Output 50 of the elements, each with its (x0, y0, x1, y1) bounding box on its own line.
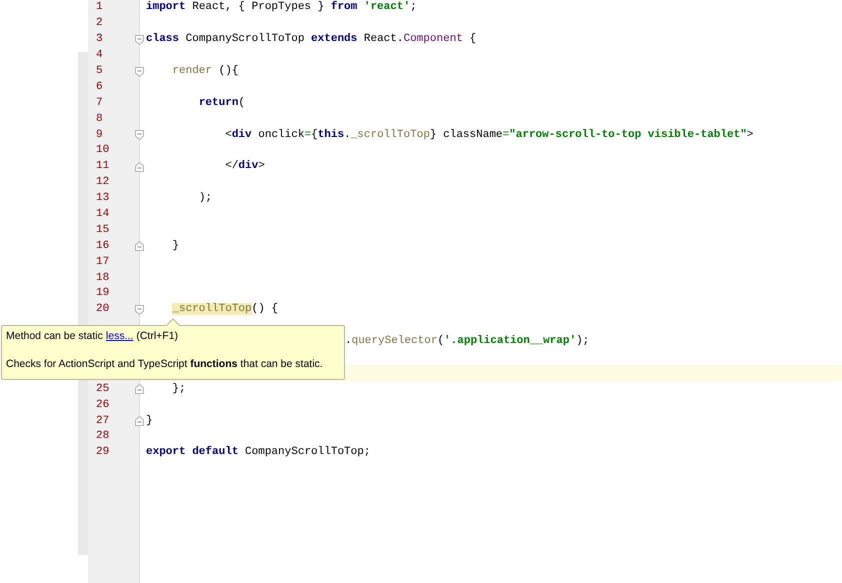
less-link[interactable]: less... (106, 330, 134, 343)
unfold-icon[interactable] (135, 241, 144, 252)
code-line: _scrollToTop() { (171, 304, 278, 316)
code-line: <div onclick={this._scrollToTop} className="arrow-scroll-to-top visible-tablet"> (224, 130, 754, 141)
line-number: 25 (95, 384, 110, 395)
line-number: 16 (95, 240, 110, 252)
code-line: } (146, 416, 153, 427)
line-number: 28 (95, 431, 110, 442)
line-number: 11 (95, 161, 110, 172)
line-number: 20 (95, 304, 110, 316)
line-number: 2 (95, 18, 103, 30)
line-number: 8 (95, 114, 103, 125)
code-line: import React, { PropTypes } from 'react'; (146, 2, 417, 14)
code-line: } (171, 240, 180, 252)
code-line: .querySelector('.application__wrap'); (345, 336, 590, 348)
code-line: render (){ (171, 66, 238, 77)
code-line: </div> (224, 161, 265, 172)
unfold-icon[interactable] (135, 416, 144, 426)
line-number: 14 (95, 209, 110, 220)
fold-icon[interactable] (135, 130, 144, 140)
line-number: 26 (95, 400, 110, 411)
line-number: 4 (95, 50, 103, 62)
line-number: 3 (95, 34, 103, 46)
line-number: 10 (95, 145, 110, 156)
line-number: 17 (95, 256, 110, 268)
unfold-icon[interactable] (135, 384, 144, 394)
shortcut-hint: (Ctrl+F1) (136, 330, 178, 343)
line-number: 6 (95, 82, 103, 93)
line-number: 5 (95, 66, 103, 77)
line-number: 18 (95, 272, 110, 284)
code-line: export default CompanyScrollToTop; (146, 447, 370, 458)
code-line: return( (198, 98, 246, 109)
code-line: ); (198, 193, 212, 204)
line-number: 12 (95, 177, 110, 188)
tooltip-message: Method can be static (6, 330, 103, 343)
unfold-icon[interactable] (135, 162, 144, 172)
fold-icon[interactable] (135, 304, 144, 315)
code-line: }; (171, 384, 186, 395)
fold-icon[interactable] (135, 34, 144, 45)
line-number: 9 (95, 130, 103, 141)
code-line: class CompanyScrollToTop extends React.Component { (146, 34, 476, 46)
line-number: 19 (95, 288, 110, 300)
line-number: 27 (95, 416, 110, 427)
line-number: 13 (95, 193, 110, 204)
tooltip-description: Checks for ActionScript and TypeScript functions that can be static. (6, 358, 324, 371)
line-number: 1 (95, 2, 103, 14)
line-number: 7 (95, 98, 103, 109)
line-number: 29 (95, 447, 110, 458)
fold-icon[interactable] (135, 66, 144, 77)
line-number: 15 (95, 224, 110, 236)
